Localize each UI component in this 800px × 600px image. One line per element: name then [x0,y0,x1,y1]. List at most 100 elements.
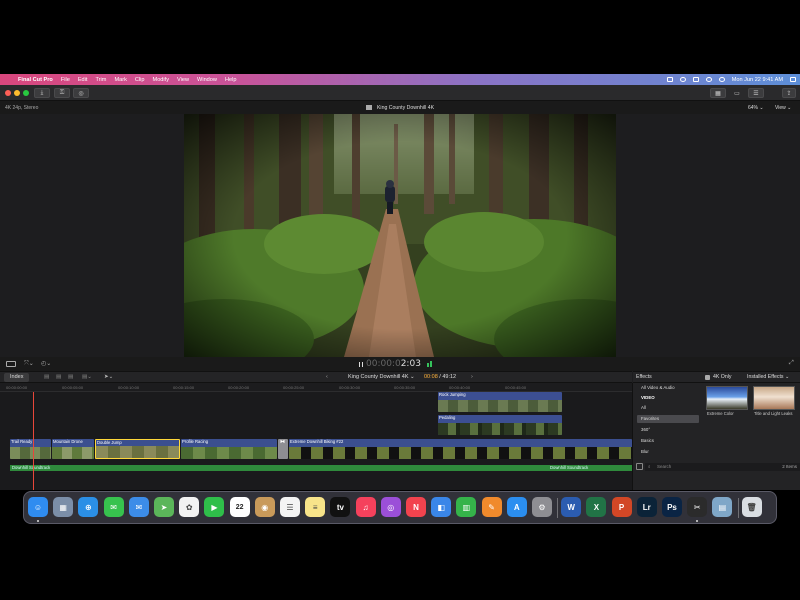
dock-powerpoint-icon[interactable]: P [611,497,632,517]
overwrite-icon[interactable]: ▤ [68,374,73,380]
menu-mark[interactable]: Mark [114,77,126,83]
dock-app-store-icon[interactable]: A [506,497,527,517]
fullscreen-icon[interactable]: ⤢ [789,360,794,367]
timeline-clip-mountain-drone[interactable]: Mountain Drone [52,439,94,459]
speed-tool-icon[interactable]: ◴⌄ [41,360,51,367]
dock-photoshop-icon[interactable]: Ps [662,497,682,517]
timeline-transition[interactable]: ⧓ [278,439,288,459]
menu-view[interactable]: View [177,77,189,83]
timeline-clip-extreme-downhill[interactable]: Extreme Downhill Biking #22 [289,439,632,459]
append-icon[interactable]: ▤ [56,374,61,380]
menu-clock[interactable]: Mon Jun 22 9:41 AM [732,77,783,83]
user-icon[interactable] [718,77,725,82]
timeline-audio-downhill-soundtrack[interactable]: Downhill Soundtrack Downhill Soundtrack [10,465,632,471]
timeline-area[interactable]: Rock Jumping Pedaling Trail Ready Mounta… [0,392,632,490]
sidebar-toggle-icon[interactable] [636,463,643,470]
browser-toggle-button[interactable]: ▦ [710,88,726,98]
wifi-icon[interactable] [679,77,686,82]
timeline-clip-double-jump[interactable]: Double Jump [95,439,180,459]
timeline-clip-trail-ready[interactable]: Trail Ready [10,439,51,459]
dock-trash-icon[interactable]: 🗑 [741,497,762,517]
zoom-window-button[interactable] [23,90,29,96]
dock-system-preferences-icon[interactable]: ⚙ [532,497,552,517]
dock-word-icon[interactable]: W [561,497,582,517]
search-icon[interactable] [705,77,712,82]
effects-category-360[interactable]: 360° [637,426,699,434]
notification-icon[interactable] [790,77,796,82]
dock-mail-icon[interactable]: ✉ [128,497,149,517]
menu-clip[interactable]: Clip [135,77,145,83]
effects-category-blur[interactable]: Blur [637,448,699,456]
dock-pages-icon[interactable]: ✎ [481,497,502,517]
menu-file[interactable]: File [61,77,70,83]
timeline-toggle-button[interactable]: ▭ [729,88,745,98]
effect-thumb-extreme-color[interactable] [706,386,748,410]
transform-tool-icon[interactable]: ⤧⌄ [24,360,34,368]
dock-safari-icon[interactable]: ⊕ [78,497,99,517]
keywords-button[interactable]: ⚿ [54,88,70,98]
menu-trim[interactable]: Trim [95,77,106,83]
share-button[interactable]: ⇪ [782,88,796,98]
effects-category-all-video-audio[interactable]: All Video & Audio [637,384,699,392]
minimize-window-button[interactable] [14,90,20,96]
dock-final-cut-pro-icon[interactable]: ✂ [687,497,708,517]
clip-appearance-icon[interactable]: ▤ [44,374,49,380]
edit-menu-icon[interactable]: ▤⌄ [82,374,92,380]
dock-music-icon[interactable]: ♫ [355,497,376,517]
dock-maps-icon[interactable]: ➤ [154,497,174,517]
timeline-playhead[interactable] [33,392,34,490]
4k-only-label[interactable]: 4K Only [713,374,731,380]
menu-app-final-cut-pro[interactable]: Final Cut Pro [18,77,53,83]
dock-numbers-icon[interactable]: ▥ [456,497,477,517]
effect-thumb-title-light-leaks[interactable] [753,386,795,410]
timeline-clip-profile-racing[interactable]: Profile Racing [181,439,277,459]
timeline-ruler[interactable]: 00:00:00:00 00:00:05:00 00:00:10:00 00:0… [0,383,632,392]
select-tool-icon[interactable]: ➤⌄ [104,374,113,380]
dock-facetime-icon[interactable]: ▶ [204,497,225,517]
dock-podcasts-icon[interactable]: ◎ [380,497,401,517]
dock-preview-icon[interactable]: ▤ [712,497,733,517]
dock-notes-icon[interactable]: ≡ [305,497,326,517]
dock-finder-icon[interactable]: ☺ [28,497,48,517]
history-back-icon[interactable]: ‹ [326,374,328,380]
background-tasks-button[interactable]: ◎ [73,88,89,98]
timeline-index-button[interactable]: Index [4,373,30,382]
dock-news-icon[interactable]: N [406,497,426,517]
inspector-toggle-button[interactable]: ☰ [748,88,764,98]
control-center-icon[interactable] [692,77,699,82]
import-button[interactable]: ⤓ [34,88,50,98]
viewer-frame[interactable] [184,114,616,357]
menu-modify[interactable]: Modify [153,77,169,83]
close-window-button[interactable] [5,90,11,96]
installed-effects-menu[interactable]: Installed Effects ⌄ [747,374,789,380]
airplay-icon[interactable] [666,77,673,82]
dock-contacts-icon[interactable]: ◉ [254,497,275,517]
menu-window[interactable]: Window [197,77,217,83]
project-name-menu[interactable]: King County Downhill 4K ⌄ [348,374,415,380]
dock-photos-icon[interactable]: ✿ [179,497,200,517]
viewer-zoom-menu[interactable]: 64% ⌄ [748,105,764,111]
menu-edit[interactable]: Edit [78,77,88,83]
dock-lightroom-icon[interactable]: Lr [636,497,657,517]
viewer-view-menu[interactable]: View ⌄ [775,105,791,111]
timeline-clip-pedaling[interactable]: Pedaling [438,415,562,435]
history-forward-icon[interactable]: › [471,374,473,380]
play-pause-button[interactable] [359,362,363,367]
dock-keynote-icon[interactable]: ◧ [431,497,452,517]
view-options-button[interactable] [6,361,16,367]
effects-category-all[interactable]: All [637,404,699,412]
dock-apple-tv-icon[interactable]: tv [330,497,351,517]
4k-only-checkbox[interactable] [705,375,710,380]
audio-meter[interactable] [427,361,434,369]
dock-launchpad-icon[interactable]: ▦ [53,497,74,517]
dock-reminders-icon[interactable]: ☰ [280,497,300,517]
timeline-clip-rock-jumping[interactable]: Rock Jumping [438,392,562,412]
effects-category-basics[interactable]: Basics [637,437,699,445]
dock-calendar-icon[interactable]: 22 [229,497,250,517]
effects-search-input[interactable]: ⌕ Search [645,463,800,471]
dock-excel-icon[interactable]: X [586,497,607,517]
dock-messages-icon[interactable]: ✉ [103,497,124,517]
effects-category-favorites[interactable]: Favorites [637,415,699,423]
menu-help[interactable]: Help [225,77,237,83]
grid-icon: ▦ [715,90,721,97]
